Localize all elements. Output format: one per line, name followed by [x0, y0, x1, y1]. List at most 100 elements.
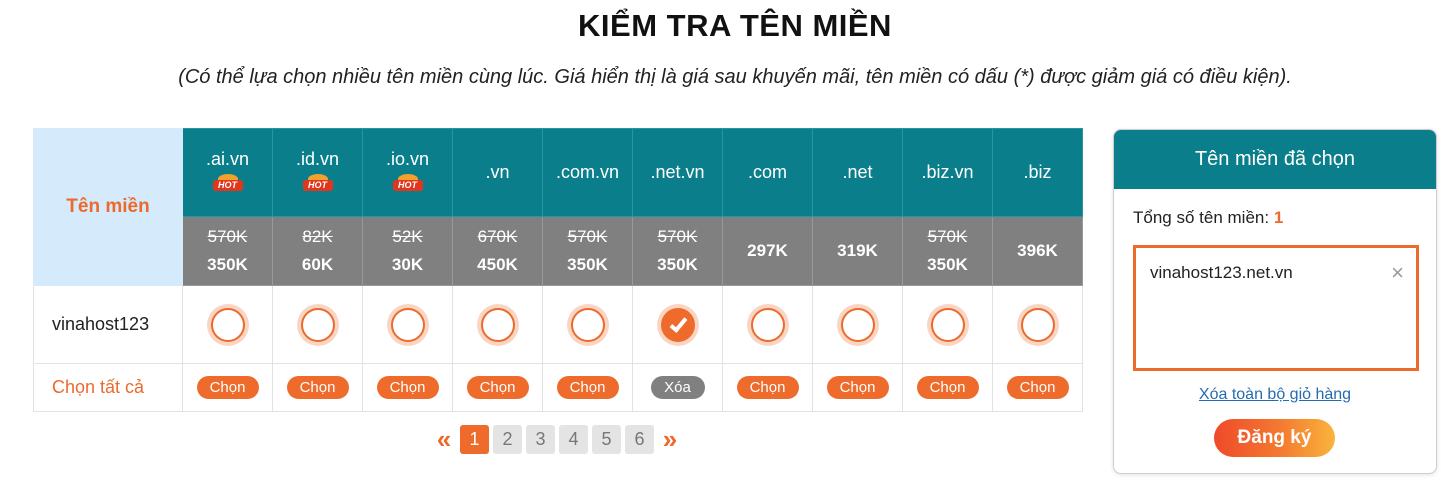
- unchecked-circle-icon[interactable]: [570, 307, 605, 342]
- select-button[interactable]: Chọn: [916, 376, 979, 399]
- sale-price: 350K: [567, 255, 608, 274]
- ext-header: .vn: [452, 128, 543, 217]
- ext-label: .com: [747, 162, 787, 182]
- hot-badge-icon: HOT: [212, 174, 243, 191]
- action-cell: Chọn: [902, 363, 993, 412]
- unchecked-circle-icon[interactable]: [930, 307, 965, 342]
- cart-count-label: Tổng số tên miền:: [1133, 208, 1270, 227]
- select-cell: [542, 285, 633, 364]
- price-cell: 396K: [992, 216, 1083, 286]
- price-cell: 82K 60K: [272, 216, 363, 286]
- remove-item-icon[interactable]: ×: [1391, 262, 1404, 284]
- hot-badge-icon: HOT: [392, 174, 423, 191]
- action-cell: Chọn: [182, 363, 273, 412]
- select-cell: [722, 285, 813, 364]
- ext-header: .ai.vn HOT: [182, 128, 273, 217]
- page-title: KIỂM TRA TÊN MIỀN: [578, 8, 892, 43]
- price-cell: 319K: [812, 216, 903, 286]
- ext-label: .biz: [1023, 162, 1052, 182]
- unchecked-circle-icon[interactable]: [210, 307, 245, 342]
- old-price: 570K: [657, 227, 698, 246]
- ext-header: .net.vn: [632, 128, 723, 217]
- prev-page-arrow[interactable]: «: [432, 424, 456, 454]
- action-cell: Chọn: [362, 363, 453, 412]
- ext-header: .com: [722, 128, 813, 217]
- selected-domains-panel: Tên miền đã chọn Tổng số tên miền: 1 vin…: [1113, 129, 1437, 474]
- select-button[interactable]: Chọn: [1006, 376, 1069, 399]
- select-button[interactable]: Chọn: [196, 376, 259, 399]
- ext-header: .biz.vn: [902, 128, 993, 217]
- sale-price: 297K: [747, 241, 788, 260]
- old-price: 52K: [392, 227, 423, 246]
- checked-circle-icon[interactable]: [660, 307, 695, 342]
- sale-price: 350K: [657, 255, 698, 274]
- pagination: « 123456 »: [432, 424, 682, 454]
- cart-count-value: 1: [1273, 208, 1284, 227]
- page-button-2[interactable]: 2: [493, 424, 522, 454]
- hot-label: HOT: [392, 180, 423, 191]
- sale-price: 450K: [477, 255, 518, 274]
- action-cell: Chọn: [272, 363, 363, 412]
- sale-price: 396K: [1017, 241, 1058, 260]
- ext-label: .id.vn: [295, 149, 340, 169]
- action-cell: Chọn: [992, 363, 1083, 412]
- sale-price: 319K: [837, 241, 878, 260]
- hot-label: HOT: [302, 180, 333, 191]
- select-cell: [182, 285, 273, 364]
- old-price: 570K: [567, 227, 608, 246]
- select-button[interactable]: Chọn: [286, 376, 349, 399]
- page-button-6[interactable]: 6: [625, 424, 654, 454]
- select-all-link[interactable]: Chọn tất cả: [33, 363, 183, 412]
- page-button-5[interactable]: 5: [592, 424, 621, 454]
- select-cell: [992, 285, 1083, 364]
- ext-label: .biz.vn: [921, 162, 974, 182]
- select-button[interactable]: Chọn: [466, 376, 529, 399]
- select-cell: [362, 285, 453, 364]
- old-price: 570K: [207, 227, 248, 246]
- price-cell: 570K 350K: [902, 216, 993, 286]
- select-button[interactable]: Chọn: [376, 376, 439, 399]
- unchecked-circle-icon[interactable]: [840, 307, 875, 342]
- select-button[interactable]: Chọn: [736, 376, 799, 399]
- ext-header: .net: [812, 128, 903, 217]
- page-button-3[interactable]: 3: [526, 424, 555, 454]
- old-price: 570K: [927, 227, 968, 246]
- price-cell: 297K: [722, 216, 813, 286]
- domain-name-header: Tên miền: [33, 128, 183, 286]
- price-cell: 570K 350K: [182, 216, 273, 286]
- old-price: 82K: [302, 227, 333, 246]
- select-button[interactable]: Chọn: [826, 376, 889, 399]
- unchecked-circle-icon[interactable]: [480, 307, 515, 342]
- clear-cart-link[interactable]: Xóa toàn bộ giỏ hàng: [1114, 386, 1436, 404]
- unchecked-circle-icon[interactable]: [1020, 307, 1055, 342]
- price-cell: 570K 350K: [632, 216, 723, 286]
- select-cell: [632, 285, 723, 364]
- price-cell: 670K 450K: [452, 216, 543, 286]
- select-button[interactable]: Chọn: [556, 376, 619, 399]
- unchecked-circle-icon[interactable]: [390, 307, 425, 342]
- cart-count: Tổng số tên miền: 1: [1133, 208, 1283, 228]
- register-button[interactable]: Đăng ký: [1214, 419, 1335, 457]
- unchecked-circle-icon[interactable]: [750, 307, 785, 342]
- ext-label: .net: [842, 162, 873, 182]
- old-price: 670K: [477, 227, 518, 246]
- page-button-4[interactable]: 4: [559, 424, 588, 454]
- action-cell: Chọn: [812, 363, 903, 412]
- action-cell: Chọn: [722, 363, 813, 412]
- sale-price: 350K: [207, 255, 248, 274]
- remove-button[interactable]: Xóa: [650, 376, 705, 399]
- next-page-arrow[interactable]: »: [658, 424, 682, 454]
- sale-price: 30K: [391, 255, 424, 274]
- ext-label: .ai.vn: [205, 149, 250, 169]
- ext-header: .id.vn HOT: [272, 128, 363, 217]
- ext-label: .net.vn: [650, 162, 705, 182]
- checkmark-icon: [669, 313, 687, 333]
- select-cell: [272, 285, 363, 364]
- page-button-1[interactable]: 1: [460, 424, 489, 454]
- domain-name-cell: vinahost123: [33, 285, 183, 364]
- ext-header: .io.vn HOT: [362, 128, 453, 217]
- ext-label: .io.vn: [385, 149, 430, 169]
- select-cell: [812, 285, 903, 364]
- domain-table: Tên miền .ai.vn HOT .id.vn HOT .io.vn HOT .vn.…: [33, 128, 1083, 412]
- unchecked-circle-icon[interactable]: [300, 307, 335, 342]
